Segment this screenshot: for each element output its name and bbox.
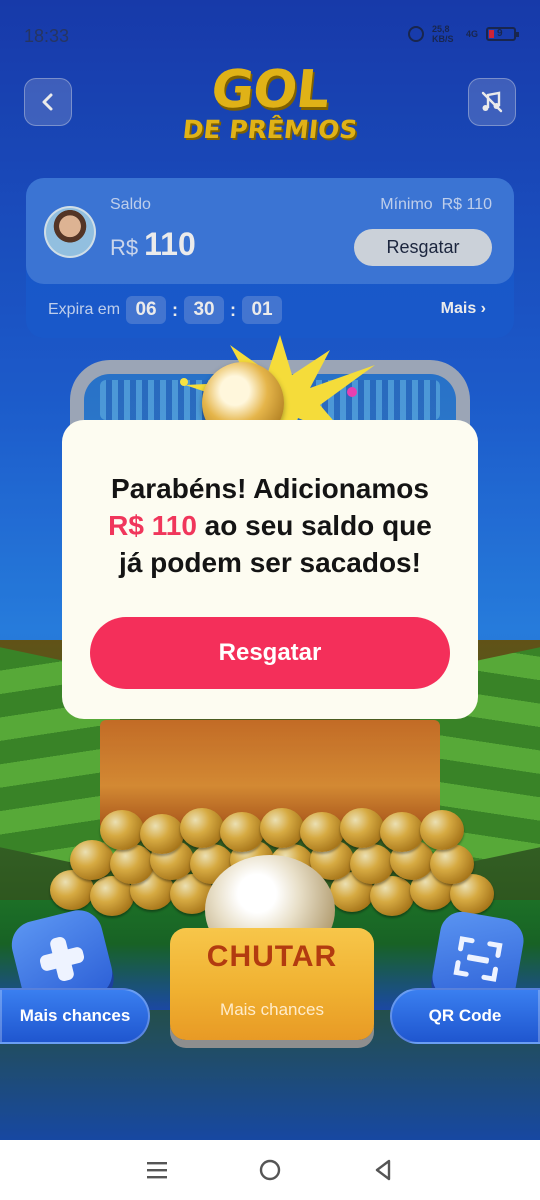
chutar-button[interactable]: CHUTAR Mais chances xyxy=(170,928,374,1040)
dialog-message: Parabéns! Adicionamos R$ 110 ao seu sald… xyxy=(62,470,478,581)
reward-dialog: Parabéns! Adicionamos R$ 110 ao seu sald… xyxy=(62,420,478,719)
qr-code-button[interactable]: QR Code xyxy=(390,988,540,1044)
chutar-sublabel: Mais chances xyxy=(220,1000,324,1019)
mais-chances-button[interactable]: Mais chances xyxy=(0,988,150,1044)
dialog-line2: R$ 110 ao seu saldo que xyxy=(62,507,478,544)
dialog-line1: Parabéns! Adicionamos xyxy=(111,473,429,504)
dialog-line3: já podem ser sacados! xyxy=(119,547,421,578)
chutar-label: CHUTAR xyxy=(206,940,338,973)
home-icon xyxy=(259,1159,281,1181)
resgatar-dialog-button[interactable]: Resgatar xyxy=(90,617,450,689)
plus-icon xyxy=(39,936,85,982)
dialog-amount: R$ 110 xyxy=(108,510,197,541)
nav-menu-button[interactable] xyxy=(142,1155,172,1185)
back-icon xyxy=(376,1159,391,1181)
qr-scan-icon xyxy=(453,936,503,982)
dialog-line2-rest: ao seu saldo que xyxy=(196,510,432,541)
nav-back-button[interactable] xyxy=(368,1155,398,1185)
menu-icon xyxy=(146,1162,167,1179)
system-nav-bar xyxy=(0,1140,540,1200)
nav-home-button[interactable] xyxy=(255,1155,285,1185)
